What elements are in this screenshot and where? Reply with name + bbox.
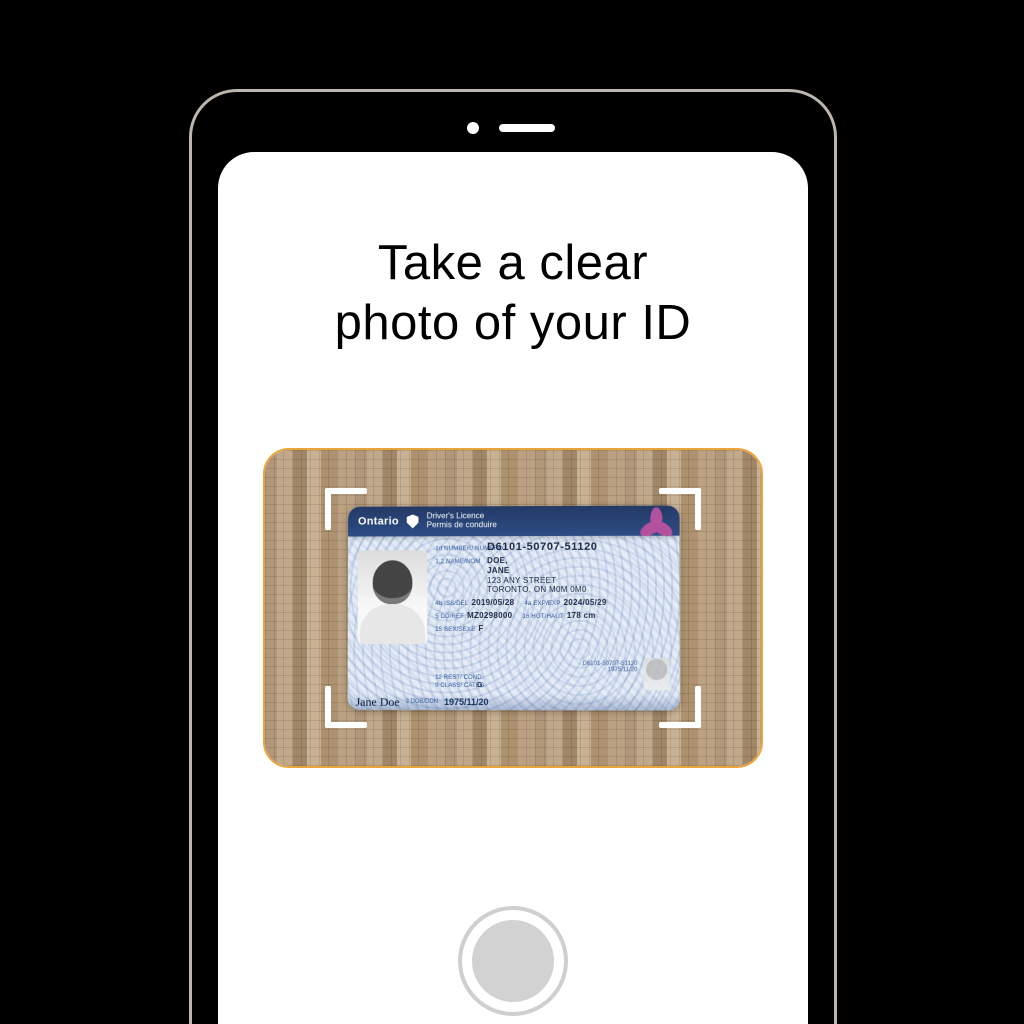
id-class-label: 9 CLASS/ CATÉG. [435, 683, 477, 689]
id-bottom-strip: Jane Doe 3 DOB/DDN 1975/11/20 [348, 694, 680, 711]
id-class-block: 12 REST/ COND. 9 CLASS/ CATÉG. G [435, 674, 483, 690]
id-hgt-label: 16 HGT/HAUT [522, 614, 563, 620]
id-name-label: 1,2 NAME/NOM [435, 559, 487, 565]
id-ddref: MZ0298000 [467, 612, 512, 621]
id-iss: 2019/05/28 [471, 599, 514, 608]
id-iss-label: 4b ISS/DÉL [435, 601, 468, 607]
id-address1: 123 ANY STREET [487, 577, 556, 586]
phone-camera-dot-icon [467, 122, 479, 134]
camera-viewport[interactable]: Ontario Driver's Licence Permis de condu… [263, 448, 763, 768]
phone-speaker-icon [499, 124, 555, 132]
id-signature: Jane Doe [356, 694, 400, 709]
instruction-line2: photo of your ID [335, 296, 692, 350]
instruction-line1: Take a clear [378, 236, 648, 290]
id-sex: F [478, 625, 483, 634]
id-sex-label: 15 SEX/SEXE [435, 627, 475, 633]
trillium-icon [643, 509, 669, 535]
shutter-button-inner-icon [472, 920, 554, 1002]
id-number: D6101-50707-51120 [487, 541, 598, 553]
id-rest-label: 12 REST/ COND. [435, 675, 477, 681]
id-microprint: D6101-50707-51120 1975/11/20 [583, 661, 638, 674]
id-hgt: 178 cm [567, 612, 596, 621]
id-title: Driver's Licence Permis de conduire [427, 513, 497, 530]
id-surname: DOE, [487, 557, 508, 566]
id-exp-label: 4a EXP/EXP [524, 601, 560, 607]
ontario-shield-icon [407, 514, 419, 528]
id-title-fr: Permis de conduire [427, 520, 497, 529]
id-ddref-label: 5 DD/REF [435, 614, 464, 620]
id-class: G [477, 682, 483, 690]
shutter-button[interactable] [458, 906, 568, 1016]
id-photo [358, 550, 428, 644]
id-dob-label: 3 DOB/DDN [406, 699, 439, 705]
id-header: Ontario Driver's Licence Permis de condu… [348, 506, 679, 537]
app-screen: Take a clear photo of your ID Ontario [218, 152, 808, 1024]
id-province: Ontario [358, 516, 399, 528]
id-ghost-photo [644, 658, 670, 690]
id-dob: 1975/11/20 [444, 697, 488, 707]
id-address2: TORONTO, ON M0M 0M0 [487, 586, 587, 595]
id-given-name: JANE [487, 567, 510, 576]
phone-frame: Take a clear photo of your ID Ontario [189, 89, 837, 1024]
instruction-text: Take a clear photo of your ID [218, 234, 808, 354]
id-card: Ontario Driver's Licence Permis de condu… [348, 506, 680, 711]
id-exp: 2024/05/29 [564, 599, 607, 608]
id-body: 1d NUMBER/ NUMÉRO D6101-50707-51120 1,2 … [348, 536, 680, 711]
id-micro-dob: 1975/11/20 [583, 668, 638, 675]
id-number-label: 1d NUMBER/ NUMÉRO [435, 546, 487, 552]
stage: Take a clear photo of your ID Ontario [0, 0, 1024, 1024]
